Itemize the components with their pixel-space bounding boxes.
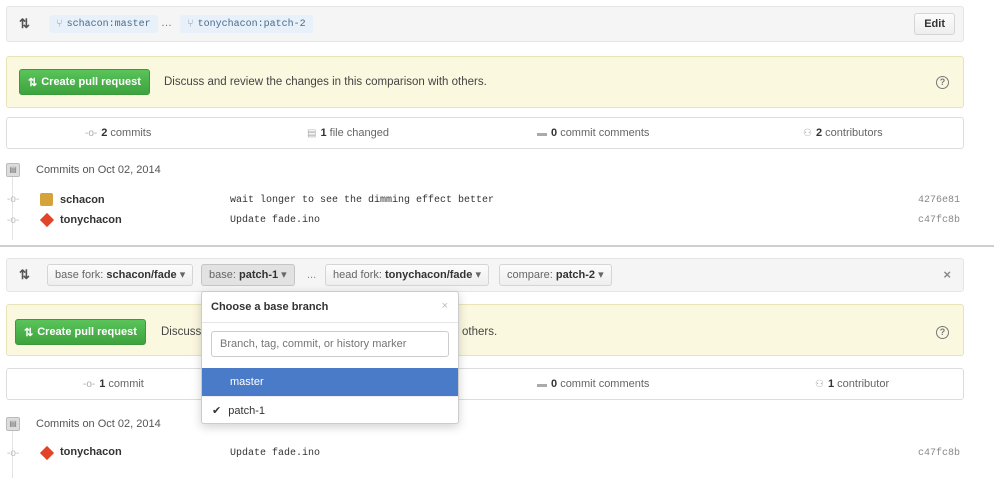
checkmark-icon: ✔ [212, 405, 222, 417]
create-pull-request-button[interactable]: ⇅ Create pull request [19, 69, 150, 95]
create-pull-request-label: Create pull request [37, 326, 137, 338]
base-branch-label: schacon:master [66, 18, 151, 30]
files-stat[interactable]: ▤ 1 file changed [307, 118, 389, 148]
branch-icon: ⑂ [187, 18, 194, 30]
dropdown-divider [202, 322, 458, 323]
avatar[interactable] [39, 212, 55, 228]
contributors-icon: ⚇ [815, 379, 824, 390]
head-fork-select[interactable]: head fork: tonychacon/fade ▾ [325, 264, 489, 286]
dropdown-title: Choose a base branch [211, 301, 329, 313]
branch-ellipsis: … [161, 17, 172, 29]
commit-sha[interactable]: c47fc8b [918, 215, 960, 226]
commits-icon: ▤ [6, 417, 20, 431]
commit-dot-icon: -o- [7, 215, 20, 226]
contributors-stat[interactable]: ⚇ 2 contributors [803, 118, 883, 148]
commit-icon: -o- [83, 379, 96, 390]
commit-message[interactable]: Update fade.ino [230, 215, 320, 226]
pull-request-icon: ⇅ [19, 267, 30, 282]
compare-branch-select[interactable]: compare: patch-2 ▾ [499, 264, 612, 286]
commits-stat[interactable]: -o- 2 commits [85, 118, 151, 148]
commit-author[interactable]: schacon [60, 194, 105, 206]
compare-bar: ⇅ ⑂ schacon:master … ⑂ tonychacon:patch-… [6, 6, 964, 42]
commit-dot-icon: -o- [7, 194, 20, 205]
branch-option-master[interactable]: master [202, 368, 458, 396]
base-fork-select[interactable]: base fork: schacon/fade ▾ [47, 264, 194, 286]
contributors-icon: ⚇ [803, 128, 812, 139]
pull-request-icon: ⇅ [24, 326, 34, 339]
branch-option-patch-1[interactable]: ✔ patch-1 [202, 397, 458, 425]
create-pr-banner: ⇅ Create pull request Discuss and review… [6, 56, 964, 108]
avatar[interactable] [39, 445, 55, 461]
stats-bar: -o- 1 commit ▬ 0 commit comments ⚇ 1 contri… [6, 368, 964, 400]
commit-icon: -o- [85, 128, 98, 139]
compare-bar-forks: ⇅ base fork: schacon/fade ▾ base: patch-… [6, 258, 964, 292]
base-branch-chip[interactable]: ⑂ schacon:master [49, 15, 158, 33]
branch-filter-input[interactable] [211, 331, 449, 357]
close-icon[interactable]: × [943, 267, 951, 282]
commit-dot-icon: -o- [7, 448, 20, 459]
create-pull-request-label: Create pull request [41, 76, 141, 88]
help-icon[interactable]: ? [936, 76, 949, 89]
commit-sha[interactable]: c47fc8b [918, 448, 960, 459]
commit-author[interactable]: tonychacon [60, 214, 122, 226]
branch-icon: ⑂ [56, 18, 63, 30]
commits-stat[interactable]: -o- 1 commit [83, 369, 144, 399]
create-pull-request-button[interactable]: ⇅ Create pull request [15, 319, 146, 345]
comments-stat[interactable]: ▬ 0 commit comments [537, 118, 649, 148]
banner-text-right: others. [462, 326, 498, 338]
timeline-line [12, 176, 13, 240]
commit-message[interactable]: wait longer to see the dimming effect be… [230, 195, 494, 206]
edit-button[interactable]: Edit [914, 13, 955, 35]
banner-text: Discuss and review the changes in this c… [164, 76, 487, 88]
banner-text-left: Discuss [161, 326, 202, 338]
pull-request-icon: ⇅ [28, 76, 38, 89]
section-divider [0, 245, 994, 247]
dropdown-close-icon[interactable]: × [442, 300, 448, 312]
branch-ellipsis: ... [307, 269, 317, 281]
create-pr-banner: ⇅ Create pull request Discuss others. ? [6, 304, 964, 356]
contributors-stat[interactable]: ⚇ 1 contributor [815, 369, 889, 399]
commits-date-heading: Commits on Oct 02, 2014 [36, 164, 161, 176]
branch-option-label: master [230, 376, 264, 388]
base-branch-dropdown: Choose a base branch × master ✔ patch-1 [201, 291, 459, 424]
file-icon: ▤ [307, 128, 317, 139]
head-branch-chip[interactable]: ⑂ tonychacon:patch-2 [180, 15, 313, 33]
commit-message[interactable]: Update fade.ino [230, 448, 320, 459]
pull-request-icon: ⇅ [19, 16, 30, 31]
comment-icon: ▬ [537, 379, 547, 390]
branch-option-label: patch-1 [228, 405, 265, 417]
commits-icon: ▤ [6, 163, 20, 177]
stats-bar: -o- 2 commits ▤ 1 file changed ▬ 0 commit c… [6, 117, 964, 149]
commits-date-heading: Commits on Oct 02, 2014 [36, 418, 161, 430]
comments-stat[interactable]: ▬ 0 commit comments [537, 369, 649, 399]
base-branch-select[interactable]: base: patch-1 ▾ [201, 264, 295, 286]
help-icon[interactable]: ? [936, 326, 949, 339]
avatar[interactable] [40, 193, 53, 206]
commit-author[interactable]: tonychacon [60, 446, 122, 458]
comment-icon: ▬ [537, 128, 547, 139]
commit-sha[interactable]: 4276e81 [918, 195, 960, 206]
head-branch-label: tonychacon:patch-2 [197, 18, 306, 30]
